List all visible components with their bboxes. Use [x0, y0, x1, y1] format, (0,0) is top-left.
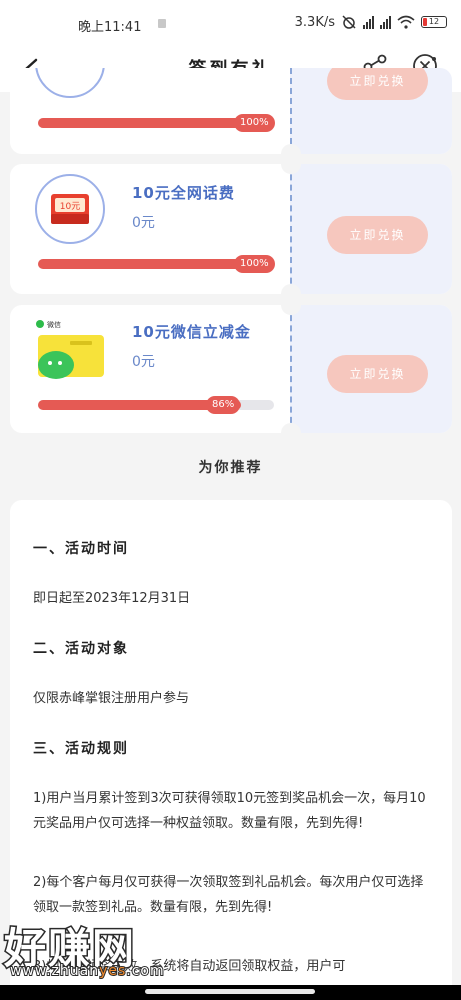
prize-name: 10元全网话费 — [132, 184, 235, 202]
rules-heading-rules: 三、活动规则 — [33, 741, 129, 757]
recommend-section-title: 为你推荐 — [198, 460, 263, 476]
prize-progress-bar: 100% — [38, 255, 275, 273]
rules-text-rule-2: 2)每个客户每月仅可获得一次领取签到礼品机会。每次用户仅可选择领取一款签到礼品。… — [33, 875, 424, 915]
prize-thumbnail — [35, 68, 105, 98]
prize-card: 100% 立即兑换 — [10, 68, 452, 154]
alarm-muted-icon — [342, 15, 356, 29]
wifi-icon — [397, 15, 415, 29]
site-watermark: 好赚网 www.zhuanyes.com — [0, 915, 300, 985]
prize-name: 10元微信立减金 — [132, 323, 251, 341]
watermark-url-accent: yes — [98, 962, 127, 980]
gesture-bar — [0, 985, 461, 1000]
rules-heading-time: 一、活动时间 — [33, 541, 129, 557]
wechat-voucher-thumbnail: 微信 — [34, 317, 106, 379]
rules-text-rule-1: 1)用户当月累计签到3次可获得领取10元签到奖品机会一次，每月10元奖品用户仅可… — [33, 791, 426, 831]
watermark-url-suffix: .com — [125, 962, 165, 980]
wechat-icon: 微信 — [36, 320, 104, 379]
prize-progress-bar: 86% — [38, 396, 274, 414]
progress-label: 100% — [234, 255, 275, 273]
redeem-button[interactable]: 立即兑换 — [327, 216, 428, 254]
progress-label: 100% — [234, 114, 275, 132]
prize-value: 0元 — [132, 354, 155, 370]
thumb-label: 10元 — [60, 202, 80, 212]
progress-label: 86% — [206, 396, 241, 414]
thumb-label: 微信 — [47, 320, 61, 329]
prize-card: 10元 10元全网话费 0元 100% 立即兑换 — [10, 164, 452, 294]
prize-value: 0元 — [132, 215, 155, 231]
signal-icon-1 — [363, 15, 374, 29]
watermark-url-prefix: www.zhuan — [9, 962, 100, 980]
rules-text-audience: 仅限赤峰掌银注册用户参与 — [33, 691, 190, 706]
signal-icon-2 — [380, 15, 391, 29]
watermark-url: www.zhuanyes.com — [9, 962, 165, 980]
notification-icon — [158, 19, 166, 28]
prize-card: 微信 10元微信立减金 0元 86% 立即兑换 — [10, 305, 452, 433]
net-speed: 3.3K/s — [294, 14, 335, 30]
status-time: 晚上11:41 — [78, 20, 142, 35]
status-icons: 3.3K/s 12 — [295, 14, 447, 30]
rules-text-time: 即日起至2023年12月31日 — [33, 591, 191, 606]
battery-icon: 12 — [421, 16, 447, 28]
prize-progress-bar: 100% — [38, 114, 275, 132]
redeem-button[interactable]: 立即兑换 — [327, 355, 428, 393]
battery-level: 12 — [428, 17, 440, 26]
status-bar: 晚上11:41 3.3K/s 12 — [0, 0, 461, 46]
redeem-button[interactable]: 立即兑换 — [327, 68, 428, 100]
phone-credit-thumbnail: 10元 — [35, 174, 105, 244]
red-envelope-icon: 10元 — [51, 194, 89, 224]
home-indicator[interactable] — [145, 989, 315, 994]
rules-heading-audience: 二、活动对象 — [33, 641, 129, 657]
